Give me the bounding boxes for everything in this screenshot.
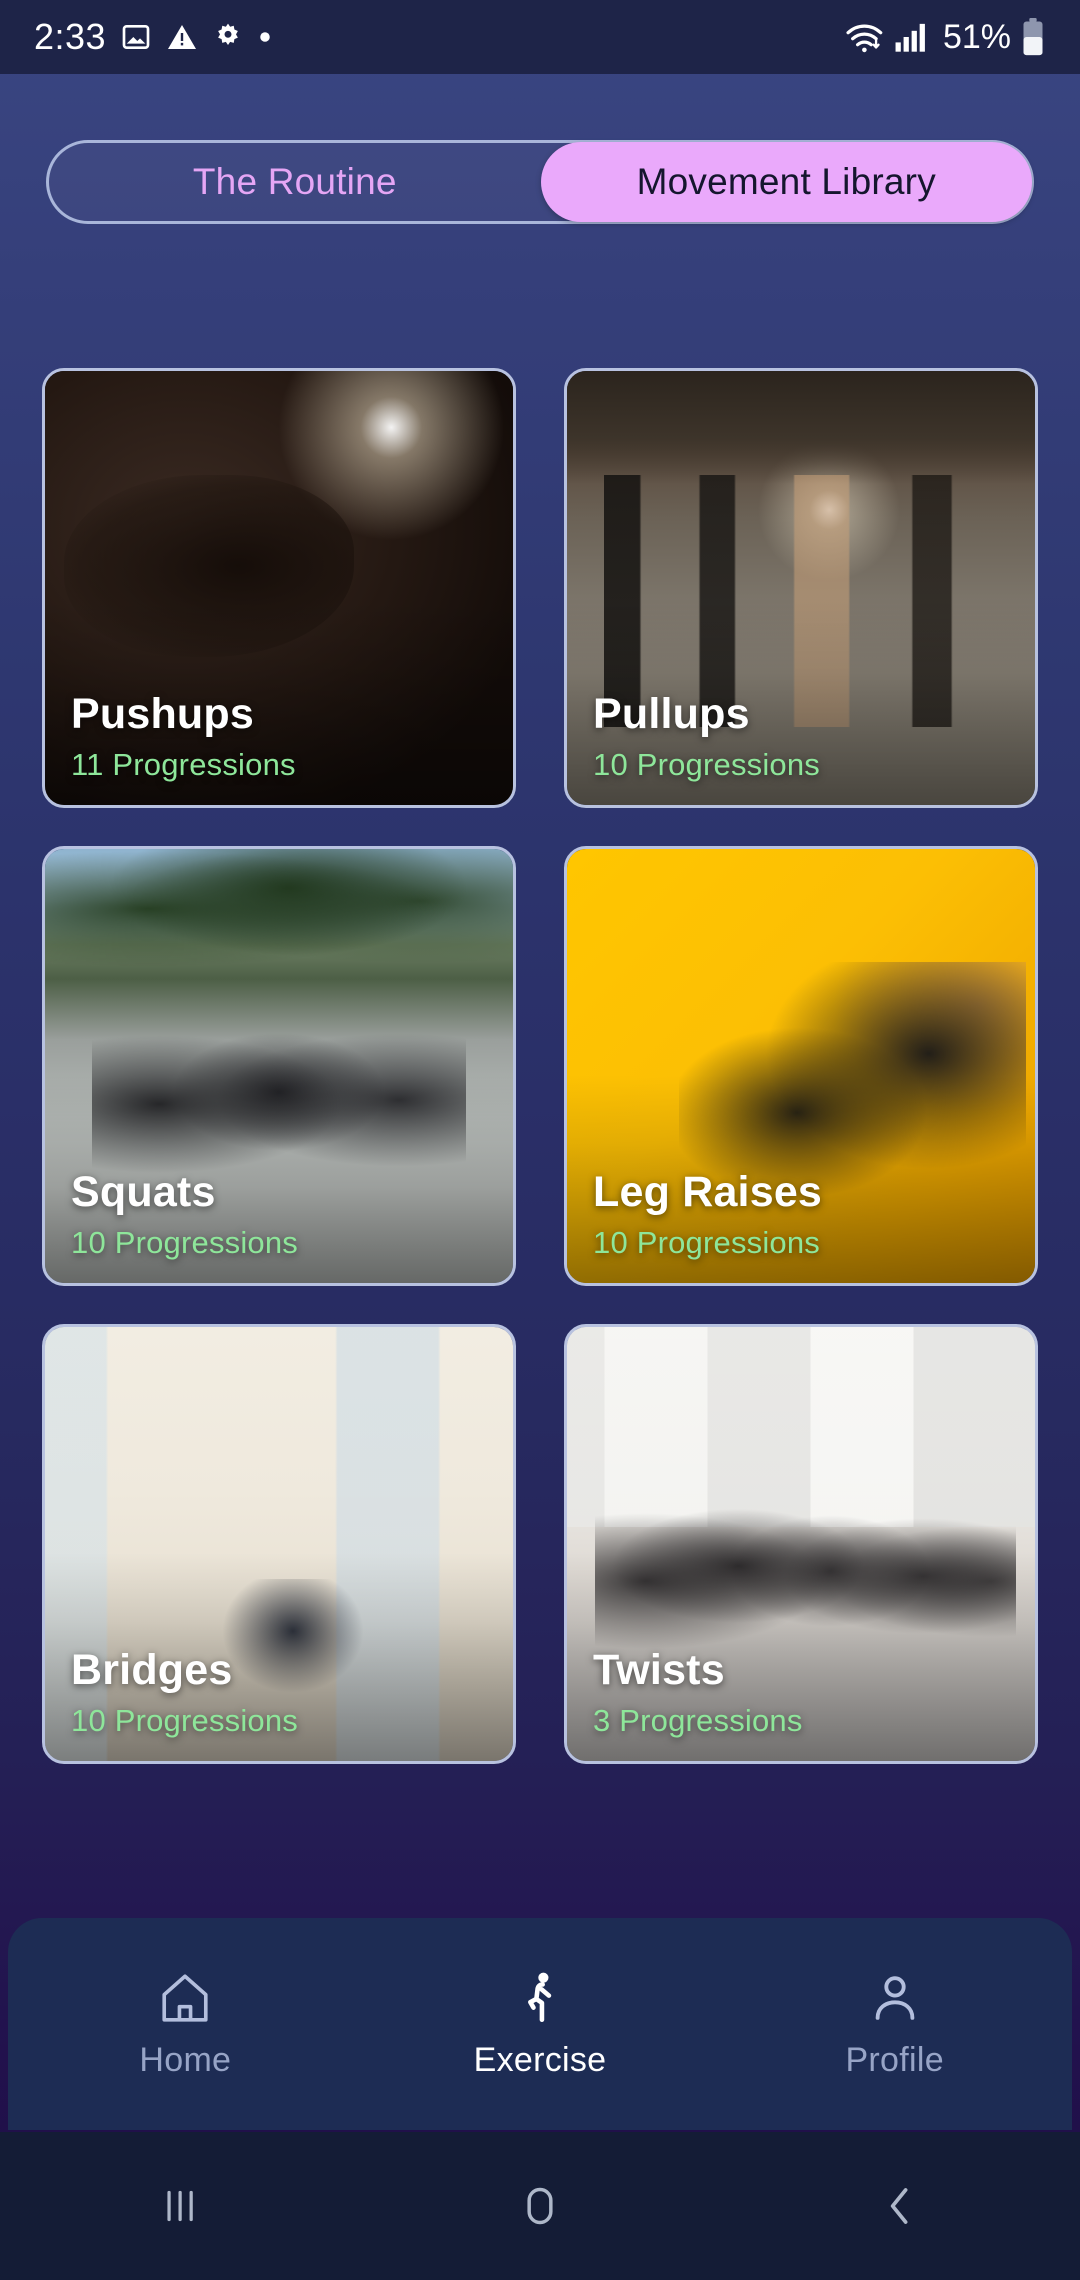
wifi-icon [845,20,885,54]
exercise-card-bridges[interactable]: Bridges 10 Progressions [42,1324,516,1764]
dot-icon [258,30,272,44]
battery-percentage: 51% [942,17,1011,56]
android-system-nav [0,2132,1080,2280]
card-text: Twists 3 Progressions [593,1645,803,1739]
running-icon [511,1969,569,2027]
exercise-card-leg-raises[interactable]: Leg Raises 10 Progressions [564,846,1038,1286]
card-text: Pullups 10 Progressions [593,689,821,783]
status-bar: 2:33 51% [0,0,1080,74]
card-text: Leg Raises 10 Progressions [593,1167,823,1261]
tab-movement-library[interactable]: Movement Library [540,142,1032,222]
exercise-progressions: 3 Progressions [593,1703,803,1738]
exercise-title: Squats [71,1167,216,1216]
nav-label-exercise: Exercise [473,2040,607,2079]
card-text: Bridges 10 Progressions [71,1645,299,1739]
battery-icon [1020,18,1046,56]
exercise-card-pullups[interactable]: Pullups 10 Progressions [564,368,1038,808]
exercise-card-squats[interactable]: Squats 10 Progressions [42,846,516,1286]
nav-label-home: Home [139,2040,232,2079]
movement-library-grid: Pushups 11 Progressions Pullups 10 Progr… [42,368,1038,1764]
exercise-title: Bridges [71,1645,233,1694]
nav-label-profile: Profile [845,2040,944,2079]
exercise-progressions: 10 Progressions [71,1225,299,1260]
exercise-progressions: 11 Progressions [71,747,296,782]
tab-the-routine[interactable]: The Routine [49,143,541,221]
view-segmented-control[interactable]: The Routine Movement Library [46,140,1034,224]
exercise-title: Pushups [71,689,254,738]
bottom-navigation-bar: Home Exercise Profile [8,1918,1072,2130]
card-text: Squats 10 Progressions [71,1167,299,1261]
exercise-title: Leg Raises [593,1167,823,1216]
exercise-card-twists[interactable]: Twists 3 Progressions [564,1324,1038,1764]
nav-item-exercise[interactable]: Exercise [363,1969,718,2080]
exercise-progressions: 10 Progressions [593,1225,821,1260]
nav-item-profile[interactable]: Profile [717,1969,1072,2080]
exercise-card-pushups[interactable]: Pushups 11 Progressions [42,368,516,808]
nav-item-home[interactable]: Home [8,1969,363,2080]
warning-icon [166,21,198,53]
home-button[interactable] [360,2180,720,2232]
status-bar-right: 51% [845,18,1046,57]
exercise-title: Pullups [593,689,750,738]
back-button[interactable] [720,2180,1080,2232]
gear-icon [212,21,244,53]
exercise-progressions: 10 Progressions [71,1703,299,1738]
image-icon [120,21,152,53]
exercise-progressions: 10 Progressions [593,747,821,782]
exercise-title: Twists [593,1645,725,1694]
app-screen: 2:33 51% The Routine Movement Library Pu… [0,0,1080,2280]
card-text: Pushups 11 Progressions [71,689,296,783]
cellular-signal-icon [894,21,928,53]
status-bar-clock: 2:33 [34,16,107,57]
home-icon [156,1969,214,2027]
status-bar-left: 2:33 [34,16,272,58]
person-icon [866,1969,924,2027]
recents-button[interactable] [0,2180,360,2232]
